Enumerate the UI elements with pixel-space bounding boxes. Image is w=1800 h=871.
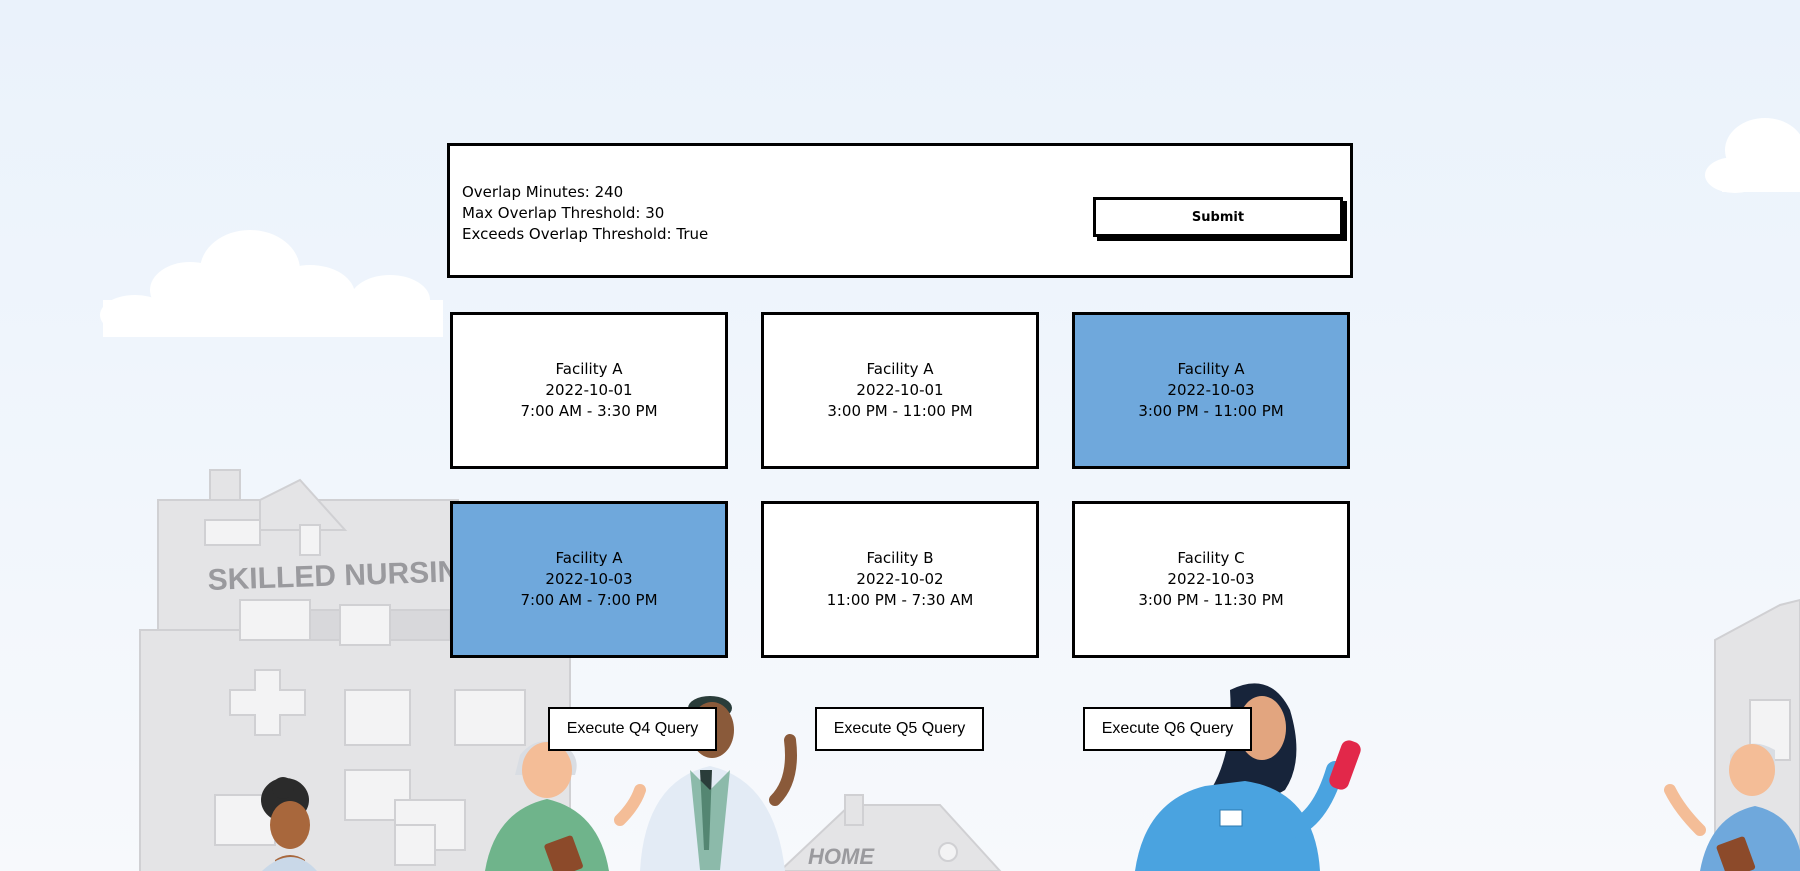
exceeds-overlap-threshold-label: Exceeds Overlap Threshold: True: [462, 225, 709, 243]
shift-date: 2022-10-01: [545, 381, 633, 399]
cloud-left: [100, 230, 443, 337]
overlap-info-panel: Overlap Minutes: 240 Max Overlap Thresho…: [447, 143, 1353, 278]
shift-card[interactable]: Facility A 2022-10-03 3:00 PM - 11:00 PM: [1072, 312, 1350, 469]
shift-time: 7:00 AM - 3:30 PM: [520, 402, 658, 420]
execute-q6-query-button[interactable]: Execute Q6 Query: [1083, 707, 1252, 751]
shift-facility: Facility A: [1177, 360, 1245, 378]
shift-card[interactable]: Facility B 2022-10-02 11:00 PM - 7:30 AM: [761, 501, 1039, 658]
shift-date: 2022-10-03: [1167, 381, 1255, 399]
shift-time: 7:00 AM - 7:00 PM: [520, 591, 658, 609]
home-sign-text: HOME: [808, 844, 875, 869]
shift-facility: Facility A: [555, 549, 623, 567]
shift-time: 11:00 PM - 7:30 AM: [826, 591, 974, 609]
shift-facility: Facility A: [555, 360, 623, 378]
shift-date: 2022-10-03: [545, 570, 633, 588]
shift-card[interactable]: Facility A 2022-10-03 7:00 AM - 7:00 PM: [450, 501, 728, 658]
shift-date: 2022-10-01: [856, 381, 944, 399]
shift-date: 2022-10-03: [1167, 570, 1255, 588]
shift-card[interactable]: Facility A 2022-10-01 7:00 AM - 3:30 PM: [450, 312, 728, 469]
cloud-right: [1705, 118, 1800, 193]
shift-facility: Facility A: [866, 360, 934, 378]
shift-date: 2022-10-02: [856, 570, 944, 588]
max-overlap-threshold-label: Max Overlap Threshold: 30: [462, 204, 665, 222]
execute-q4-query-button[interactable]: Execute Q4 Query: [548, 707, 717, 751]
shift-facility: Facility C: [1177, 549, 1245, 567]
shift-card[interactable]: Facility A 2022-10-01 3:00 PM - 11:00 PM: [761, 312, 1039, 469]
execute-q5-query-button[interactable]: Execute Q5 Query: [815, 707, 984, 751]
shift-facility: Facility B: [866, 549, 934, 567]
shift-time: 3:00 PM - 11:00 PM: [827, 402, 973, 420]
shift-time: 3:00 PM - 11:30 PM: [1138, 591, 1284, 609]
shift-time: 3:00 PM - 11:00 PM: [1138, 402, 1284, 420]
submit-button[interactable]: Submit: [1093, 197, 1343, 237]
overlap-info-text: Overlap Minutes: 240 Max Overlap Thresho…: [462, 182, 708, 245]
shift-card[interactable]: Facility C 2022-10-03 3:00 PM - 11:30 PM: [1072, 501, 1350, 658]
overlap-minutes-label: Overlap Minutes: 240: [462, 183, 624, 201]
